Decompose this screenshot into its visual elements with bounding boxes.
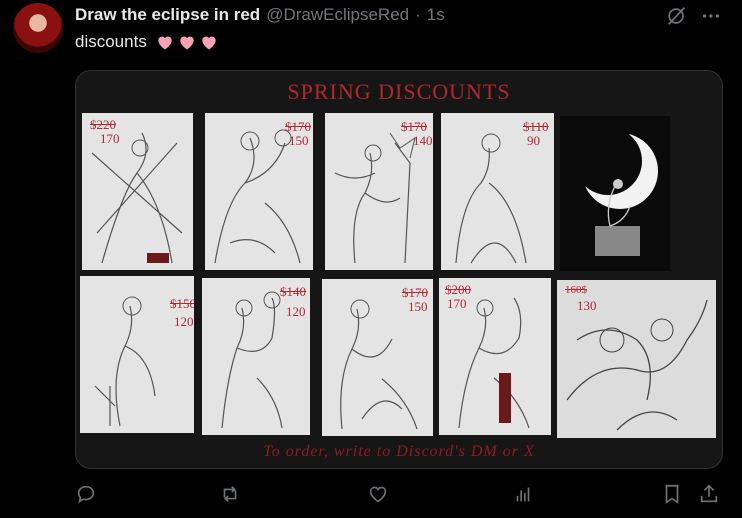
artwork-tile: $140 120 xyxy=(202,278,310,435)
new-price: 120 xyxy=(286,304,306,319)
new-price: 130 xyxy=(577,298,597,313)
old-price: 160$ xyxy=(565,284,587,296)
artwork-tile: $220 170 xyxy=(82,113,193,270)
artwork-tile: $150 120 xyxy=(80,276,194,433)
author-name[interactable]: Draw the eclipse in red xyxy=(75,5,260,25)
image-title: SPRING DISCOUNTS xyxy=(287,79,511,104)
new-price: 150 xyxy=(408,299,428,314)
avatar[interactable] xyxy=(13,3,63,53)
post-text: discounts xyxy=(75,32,219,52)
more-icon[interactable] xyxy=(700,5,722,27)
artwork-tile: $110 90 xyxy=(441,113,554,270)
artwork-tile: $170 150 xyxy=(205,113,313,270)
separator: · xyxy=(415,5,421,24)
grok-icon[interactable] xyxy=(666,5,688,27)
artwork-tile: $170 140 xyxy=(325,113,433,270)
new-price: 170 xyxy=(100,131,120,146)
new-price: 120 xyxy=(174,314,194,329)
post-text-content: discounts xyxy=(75,32,147,51)
image-footer-text: To order, write to Discord's DM or X xyxy=(263,443,535,460)
artwork-tile: $170 150 xyxy=(322,279,433,436)
share-icon[interactable] xyxy=(698,483,722,507)
author-handle[interactable]: @DrawEclipseRed xyxy=(266,5,409,25)
new-price: 150 xyxy=(289,133,309,148)
repost-icon[interactable] xyxy=(219,483,243,507)
post-header: Draw the eclipse in red @DrawEclipseRed … xyxy=(75,3,445,27)
heart-icon[interactable] xyxy=(367,483,391,507)
post-image[interactable]: SPRING DISCOUNTS $220 170 $170 150 $170 … xyxy=(75,70,723,469)
bookmark-icon[interactable] xyxy=(661,483,685,507)
artwork-tile-moon xyxy=(560,116,670,271)
artwork-tile: 160$ 130 xyxy=(557,280,716,438)
old-price: $140 xyxy=(280,284,306,299)
pink-heart-icon xyxy=(158,36,172,50)
new-price: 140 xyxy=(413,133,433,148)
reply-icon[interactable] xyxy=(75,483,99,507)
artwork-tile: $200 170 xyxy=(439,278,551,435)
new-price: 170 xyxy=(447,296,467,311)
new-price: 90 xyxy=(527,133,540,148)
pink-heart-icon xyxy=(202,36,216,50)
old-price: $150 xyxy=(170,296,194,311)
views-icon[interactable] xyxy=(512,483,536,507)
action-bar xyxy=(0,483,742,507)
post-time[interactable]: 1s xyxy=(427,5,445,25)
pink-heart-icon xyxy=(180,36,194,50)
